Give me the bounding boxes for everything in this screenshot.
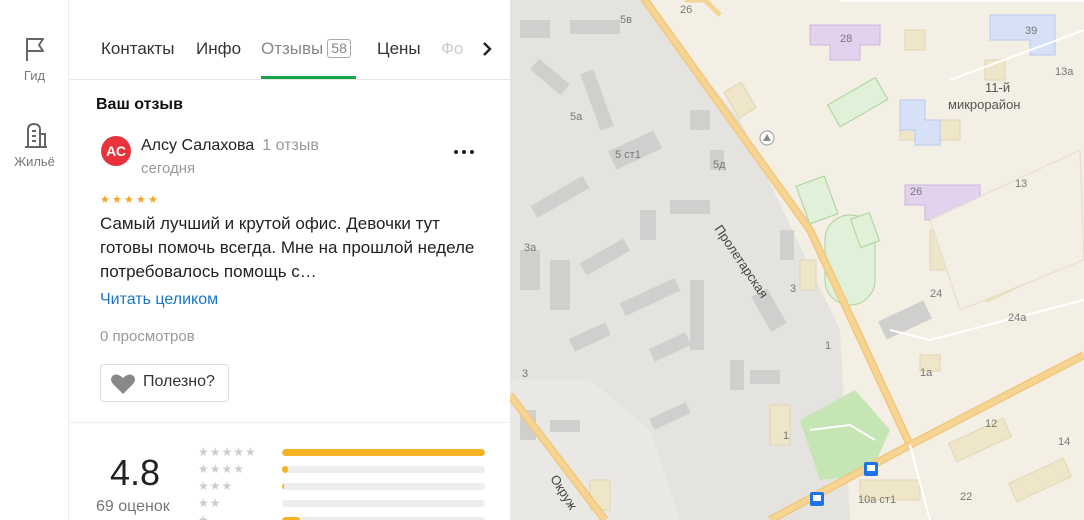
bar-fill xyxy=(282,483,285,490)
bar-fill xyxy=(282,466,289,473)
tab-bar: Контакты Инфо Отзывы 58 Цены Фо xyxy=(70,20,510,80)
house-number: 22 xyxy=(960,491,973,503)
star-icon: ★ xyxy=(136,194,146,206)
section-title: Ваш отзыв xyxy=(96,96,183,113)
bar-fill xyxy=(282,449,485,456)
useful-button[interactable]: Полезно? xyxy=(100,364,229,402)
review-date: сегодня xyxy=(141,160,196,177)
tab-label: Отзывы xyxy=(261,39,324,58)
rail-item-label: Жильё xyxy=(14,154,55,169)
house-number: 13 xyxy=(1015,178,1028,190)
district-label-line: 11-й xyxy=(985,80,1011,95)
rail-item-label: Гид xyxy=(23,68,46,83)
house-number: 3 xyxy=(522,368,529,380)
chevron-right-icon[interactable] xyxy=(480,40,494,58)
divider xyxy=(70,422,510,423)
star-icon: ★ xyxy=(100,194,110,206)
dot-icon xyxy=(470,150,474,154)
rail-item-housing[interactable]: Жильё xyxy=(0,120,69,169)
house-number: 5 ст1 xyxy=(615,149,641,161)
house-number: 1 xyxy=(783,430,790,442)
star-row-icon: ★★★ xyxy=(198,479,234,493)
star-icon: ★ xyxy=(124,194,134,206)
map-canvas[interactable] xyxy=(510,0,1084,520)
house-number: 24а xyxy=(1008,312,1027,324)
star-row-icon: ★★ xyxy=(198,496,222,510)
rail-item-guide[interactable]: Гид xyxy=(0,34,69,83)
map-view[interactable]: Пролетарская Окруж 11-й микрорайон 5в 26… xyxy=(510,0,1084,520)
star-icon: ★ xyxy=(112,194,122,206)
bar-track xyxy=(282,500,485,507)
house-number: 24 xyxy=(930,288,943,300)
read-more-link[interactable]: Читать целиком xyxy=(100,291,218,309)
house-number: 10а ст1 xyxy=(858,494,897,506)
district-label: 11-й xyxy=(985,80,1010,95)
rating-bar-4: ★★★★ xyxy=(198,463,488,475)
house-number: 26 xyxy=(680,4,693,16)
views-count: 0 просмотров xyxy=(100,328,195,345)
house-number: 39 xyxy=(1025,25,1038,37)
house-number: 12 xyxy=(985,418,998,430)
house-number: 14 xyxy=(1058,436,1071,448)
app-root: Гид Жильё Контакты Инфо Отзывы 58 Цены Фо… xyxy=(0,0,1084,520)
house-number: 5д xyxy=(713,159,726,171)
rating-bar-2: ★★ xyxy=(198,497,488,509)
review-author: Алсу Салахова 1 отзыв xyxy=(141,137,319,155)
rating-count: 69 оценок xyxy=(96,498,170,515)
tab-prices[interactable]: Цены xyxy=(377,39,421,59)
house-number: 1а xyxy=(920,367,933,379)
rating-value: 4.8 xyxy=(110,452,161,493)
tab-photos[interactable]: Фо xyxy=(441,39,463,59)
tab-info[interactable]: Инфо xyxy=(196,39,241,59)
avatar[interactable]: АС xyxy=(101,136,131,166)
left-rail: Гид Жильё xyxy=(0,0,69,520)
more-options-button[interactable] xyxy=(454,142,476,160)
district-label-line: микрорайон xyxy=(948,97,1021,112)
heart-icon xyxy=(111,374,135,394)
house-number: 3а xyxy=(524,242,537,254)
star-row-icon: ★★★★★ xyxy=(198,445,257,459)
tab-contacts[interactable]: Контакты xyxy=(101,39,174,59)
flag-icon xyxy=(25,38,44,61)
tab-reviews[interactable]: Отзывы 58 xyxy=(261,39,351,59)
tab-count-badge: 58 xyxy=(327,39,351,58)
house-number: 5а xyxy=(570,111,583,123)
author-review-count: 1 отзыв xyxy=(262,137,319,154)
active-tab-indicator xyxy=(261,76,356,79)
rating-bar-1: ★ xyxy=(198,514,488,520)
author-name[interactable]: Алсу Салахова xyxy=(141,137,254,154)
rating-bar-5: ★★★★★ xyxy=(198,446,488,458)
useful-label: Полезно? xyxy=(143,373,215,390)
building-icon xyxy=(24,122,47,148)
house-number: 1 xyxy=(825,340,832,352)
review-text: Самый лучший и крутой офис. Девочки тут … xyxy=(100,214,475,281)
rating-bar-3: ★★★ xyxy=(198,480,488,492)
dot-icon xyxy=(454,150,458,154)
bus-stop-icon[interactable] xyxy=(810,492,824,506)
bus-stop-icon[interactable] xyxy=(864,462,878,476)
bar-track xyxy=(282,449,485,456)
house-number: 3 xyxy=(790,283,797,295)
house-number: 5в xyxy=(620,14,632,26)
star-icon: ★ xyxy=(148,194,158,206)
bar-track xyxy=(282,466,485,473)
house-number: 13а xyxy=(1055,66,1074,78)
house-number: 28 xyxy=(840,33,853,45)
bar-track xyxy=(282,483,485,490)
house-number: 26 xyxy=(910,186,923,198)
star-row-icon: ★★★★ xyxy=(198,462,246,476)
star-row-icon: ★ xyxy=(198,513,210,520)
place-panel: Контакты Инфо Отзывы 58 Цены Фо Ваш отзыв… xyxy=(70,0,510,520)
dot-icon xyxy=(462,150,466,154)
